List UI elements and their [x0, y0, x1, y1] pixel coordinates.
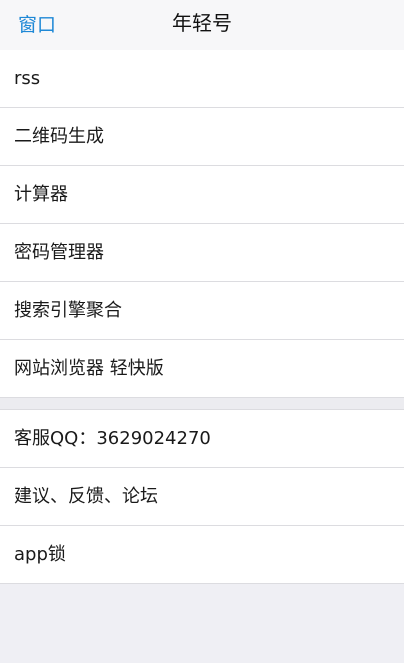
list-item-label: 搜索引擎聚合: [14, 300, 122, 321]
section-divider: [0, 398, 404, 409]
list-item-label: app锁: [14, 544, 66, 565]
list-item-web-browser-lite[interactable]: 网站浏览器 轻快版: [0, 340, 404, 398]
page-title: 年轻号: [172, 11, 232, 35]
list-item-password-manager[interactable]: 密码管理器: [0, 224, 404, 282]
list-item-customer-service-qq[interactable]: 客服QQ：3629024270: [0, 410, 404, 468]
list-item-label: 计算器: [14, 184, 68, 205]
list-item-qrcode-generator[interactable]: 二维码生成: [0, 108, 404, 166]
support-list: 客服QQ：3629024270 建议、反馈、论坛 app锁: [0, 409, 404, 584]
navigation-bar: 窗口 年轻号: [0, 0, 404, 51]
list-item-feedback-forum[interactable]: 建议、反馈、论坛: [0, 468, 404, 526]
list-item-label: 客服QQ：3629024270: [14, 428, 211, 449]
list-item-search-aggregator[interactable]: 搜索引擎聚合: [0, 282, 404, 340]
list-item-label: rss: [14, 68, 41, 89]
list-item-label: 建议、反馈、论坛: [14, 486, 158, 507]
list-item-label: 密码管理器: [14, 242, 104, 263]
list-item-label: 网站浏览器 轻快版: [14, 358, 164, 379]
list-item-label: 二维码生成: [14, 126, 104, 147]
app-screen: 窗口 年轻号 rss 二维码生成 计算器 密码管理器 搜索引擎聚合 网站浏览器 …: [0, 0, 404, 663]
list-item-calculator[interactable]: 计算器: [0, 166, 404, 224]
list-item-app-lock[interactable]: app锁: [0, 526, 404, 584]
tools-list: rss 二维码生成 计算器 密码管理器 搜索引擎聚合 网站浏览器 轻快版: [0, 50, 404, 398]
list-item-rss[interactable]: rss: [0, 50, 404, 108]
